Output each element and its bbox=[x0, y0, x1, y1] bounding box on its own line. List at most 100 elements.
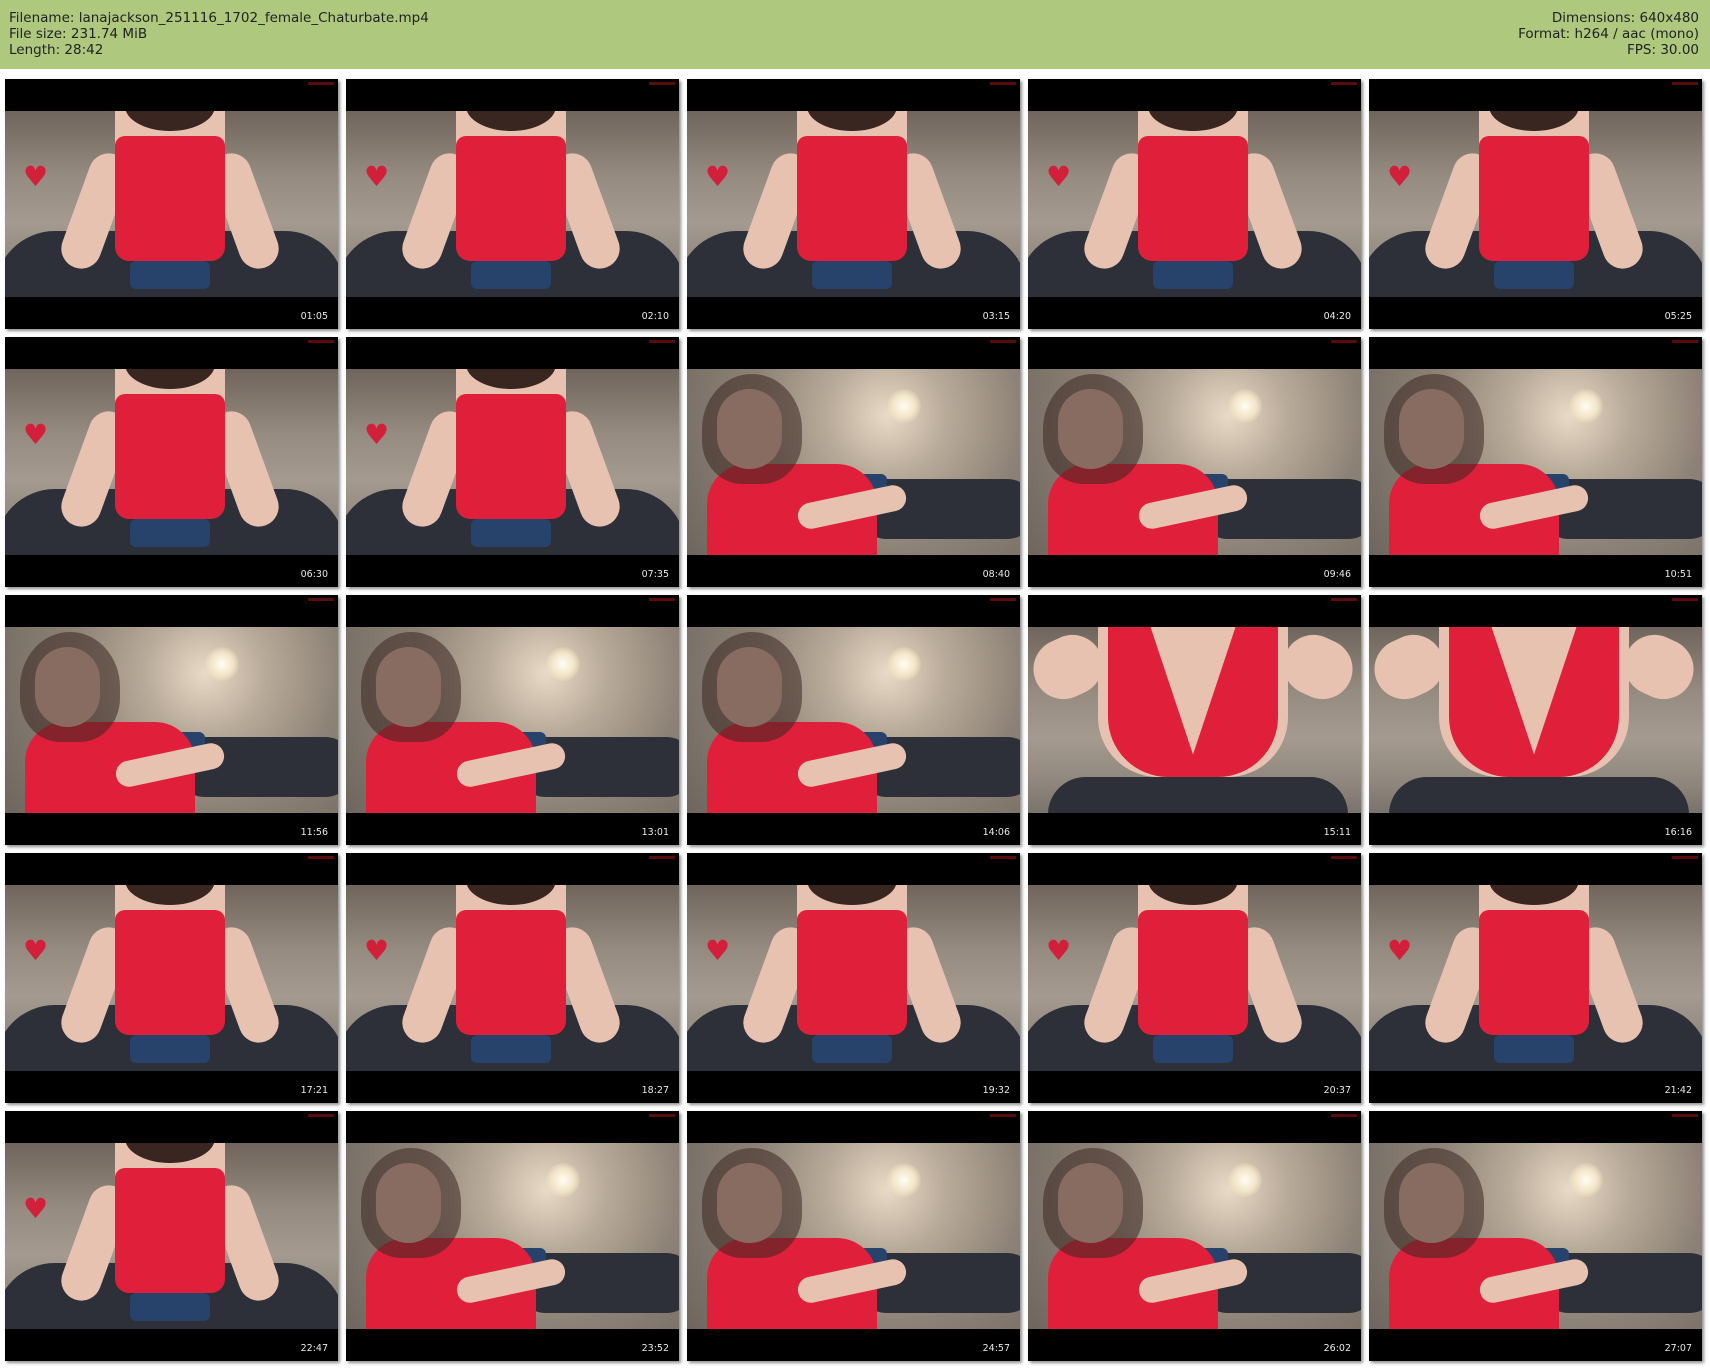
thumbnail[interactable]: 08:40 bbox=[687, 337, 1020, 587]
recording-indicator bbox=[990, 82, 1016, 85]
dimensions-text: Dimensions: 640x480 bbox=[1551, 10, 1699, 26]
recording-indicator bbox=[1672, 340, 1698, 343]
media-info: Dimensions: 640x480 Format: h264 / aac (… bbox=[1518, 10, 1699, 58]
thumbnail[interactable]: 16:16 bbox=[1369, 595, 1702, 845]
lamp-light bbox=[887, 647, 921, 681]
thumbnail[interactable]: 24:57 bbox=[687, 1111, 1020, 1361]
thumbnail[interactable]: 27:07 bbox=[1369, 1111, 1702, 1361]
thumbnail[interactable]: ♥ 07:35 bbox=[346, 337, 679, 587]
recording-indicator bbox=[1331, 1114, 1357, 1117]
lamp-light bbox=[1228, 1163, 1262, 1197]
video-frame bbox=[1028, 1143, 1361, 1329]
red-top-shape bbox=[1479, 136, 1589, 261]
recording-indicator bbox=[990, 340, 1016, 343]
shorts-shape bbox=[1494, 261, 1574, 289]
thumbnail[interactable]: ♥ 05:25 bbox=[1369, 79, 1702, 329]
thumbnail[interactable]: ♥ 04:20 bbox=[1028, 79, 1361, 329]
heart-decoration: ♥ bbox=[23, 1192, 49, 1225]
recording-indicator bbox=[990, 598, 1016, 601]
thumbnail[interactable]: ♥ 19:32 bbox=[687, 853, 1020, 1103]
heart-decoration: ♥ bbox=[364, 418, 390, 451]
thumbnail[interactable]: ♥ 17:21 bbox=[5, 853, 338, 1103]
thumbnail[interactable]: 26:02 bbox=[1028, 1111, 1361, 1361]
red-top-shape bbox=[115, 1168, 225, 1293]
heart-decoration: ♥ bbox=[1046, 160, 1072, 193]
heart-decoration: ♥ bbox=[364, 160, 390, 193]
shorts-shape bbox=[1153, 1035, 1233, 1063]
timestamp-label: 08:40 bbox=[982, 569, 1010, 580]
thumbnail[interactable]: 14:06 bbox=[687, 595, 1020, 845]
heart-decoration: ♥ bbox=[705, 160, 731, 193]
video-frame: ♥ bbox=[1369, 111, 1702, 297]
timestamp-label: 14:06 bbox=[982, 827, 1010, 838]
recording-indicator bbox=[308, 1114, 334, 1117]
thumbnail[interactable]: ♥ 20:37 bbox=[1028, 853, 1361, 1103]
format-text: Format: h264 / aac (mono) bbox=[1518, 26, 1699, 42]
video-frame: ♥ bbox=[687, 111, 1020, 297]
red-top-shape bbox=[115, 910, 225, 1035]
thumbnail[interactable]: ♥ 18:27 bbox=[346, 853, 679, 1103]
hair-shape bbox=[1384, 1148, 1484, 1258]
filesize-text: File size: 231.74 MiB bbox=[9, 26, 148, 42]
thumbnail[interactable]: 13:01 bbox=[346, 595, 679, 845]
video-frame: ♥ bbox=[346, 885, 679, 1071]
timestamp-label: 15:11 bbox=[1323, 827, 1351, 838]
timestamp-label: 24:57 bbox=[982, 1343, 1010, 1354]
video-frame bbox=[1369, 369, 1702, 555]
shorts-shape bbox=[1494, 1035, 1574, 1063]
thumbnail[interactable]: 11:56 bbox=[5, 595, 338, 845]
timestamp-label: 07:35 bbox=[641, 569, 669, 580]
thumbnail[interactable]: 15:11 bbox=[1028, 595, 1361, 845]
shorts-shape bbox=[812, 261, 892, 289]
timestamp-label: 21:42 bbox=[1664, 1085, 1692, 1096]
video-frame: ♥ bbox=[5, 1143, 338, 1329]
recording-indicator bbox=[1672, 82, 1698, 85]
red-top-shape bbox=[456, 394, 566, 519]
shorts-shape bbox=[1153, 261, 1233, 289]
heart-decoration: ♥ bbox=[1387, 934, 1413, 967]
thumbnail[interactable]: 10:51 bbox=[1369, 337, 1702, 587]
thumbnail[interactable]: ♥ 22:47 bbox=[5, 1111, 338, 1361]
filename-text: Filename: lanajackson_251116_1702_female… bbox=[9, 10, 429, 26]
heart-decoration: ♥ bbox=[23, 418, 49, 451]
video-frame: ♥ bbox=[346, 369, 679, 555]
lamp-light bbox=[546, 1163, 580, 1197]
video-frame: ♥ bbox=[1028, 111, 1361, 297]
recording-indicator bbox=[1331, 856, 1357, 859]
lamp-light bbox=[887, 1163, 921, 1197]
thumbnail[interactable]: ♥ 02:10 bbox=[346, 79, 679, 329]
hair-shape bbox=[20, 632, 120, 742]
recording-indicator bbox=[649, 856, 675, 859]
length-text: Length: 28:42 bbox=[9, 42, 104, 58]
video-frame: ♥ bbox=[687, 885, 1020, 1071]
lamp-light bbox=[1228, 389, 1262, 423]
video-frame bbox=[346, 1143, 679, 1329]
recording-indicator bbox=[990, 1114, 1016, 1117]
video-frame bbox=[346, 627, 679, 813]
thumbnail[interactable]: ♥ 01:05 bbox=[5, 79, 338, 329]
red-top-shape bbox=[1479, 910, 1589, 1035]
timestamp-label: 22:47 bbox=[300, 1343, 328, 1354]
timestamp-label: 18:27 bbox=[641, 1085, 669, 1096]
heart-decoration: ♥ bbox=[23, 160, 49, 193]
recording-indicator bbox=[990, 856, 1016, 859]
recording-indicator bbox=[308, 340, 334, 343]
timestamp-label: 06:30 bbox=[300, 569, 328, 580]
shorts-shape bbox=[471, 1035, 551, 1063]
thumbnail[interactable]: ♥ 06:30 bbox=[5, 337, 338, 587]
timestamp-label: 20:37 bbox=[1323, 1085, 1351, 1096]
video-frame bbox=[687, 1143, 1020, 1329]
hair-shape bbox=[702, 632, 802, 742]
video-frame bbox=[5, 627, 338, 813]
thumbnail[interactable]: ♥ 21:42 bbox=[1369, 853, 1702, 1103]
legs-shape bbox=[1048, 777, 1348, 813]
thumbnail[interactable]: 09:46 bbox=[1028, 337, 1361, 587]
hair-shape bbox=[702, 1148, 802, 1258]
recording-indicator bbox=[649, 598, 675, 601]
video-frame bbox=[687, 627, 1020, 813]
thumbnail[interactable]: 23:52 bbox=[346, 1111, 679, 1361]
shorts-shape bbox=[130, 261, 210, 289]
hair-shape bbox=[361, 632, 461, 742]
shorts-shape bbox=[130, 1293, 210, 1321]
thumbnail[interactable]: ♥ 03:15 bbox=[687, 79, 1020, 329]
